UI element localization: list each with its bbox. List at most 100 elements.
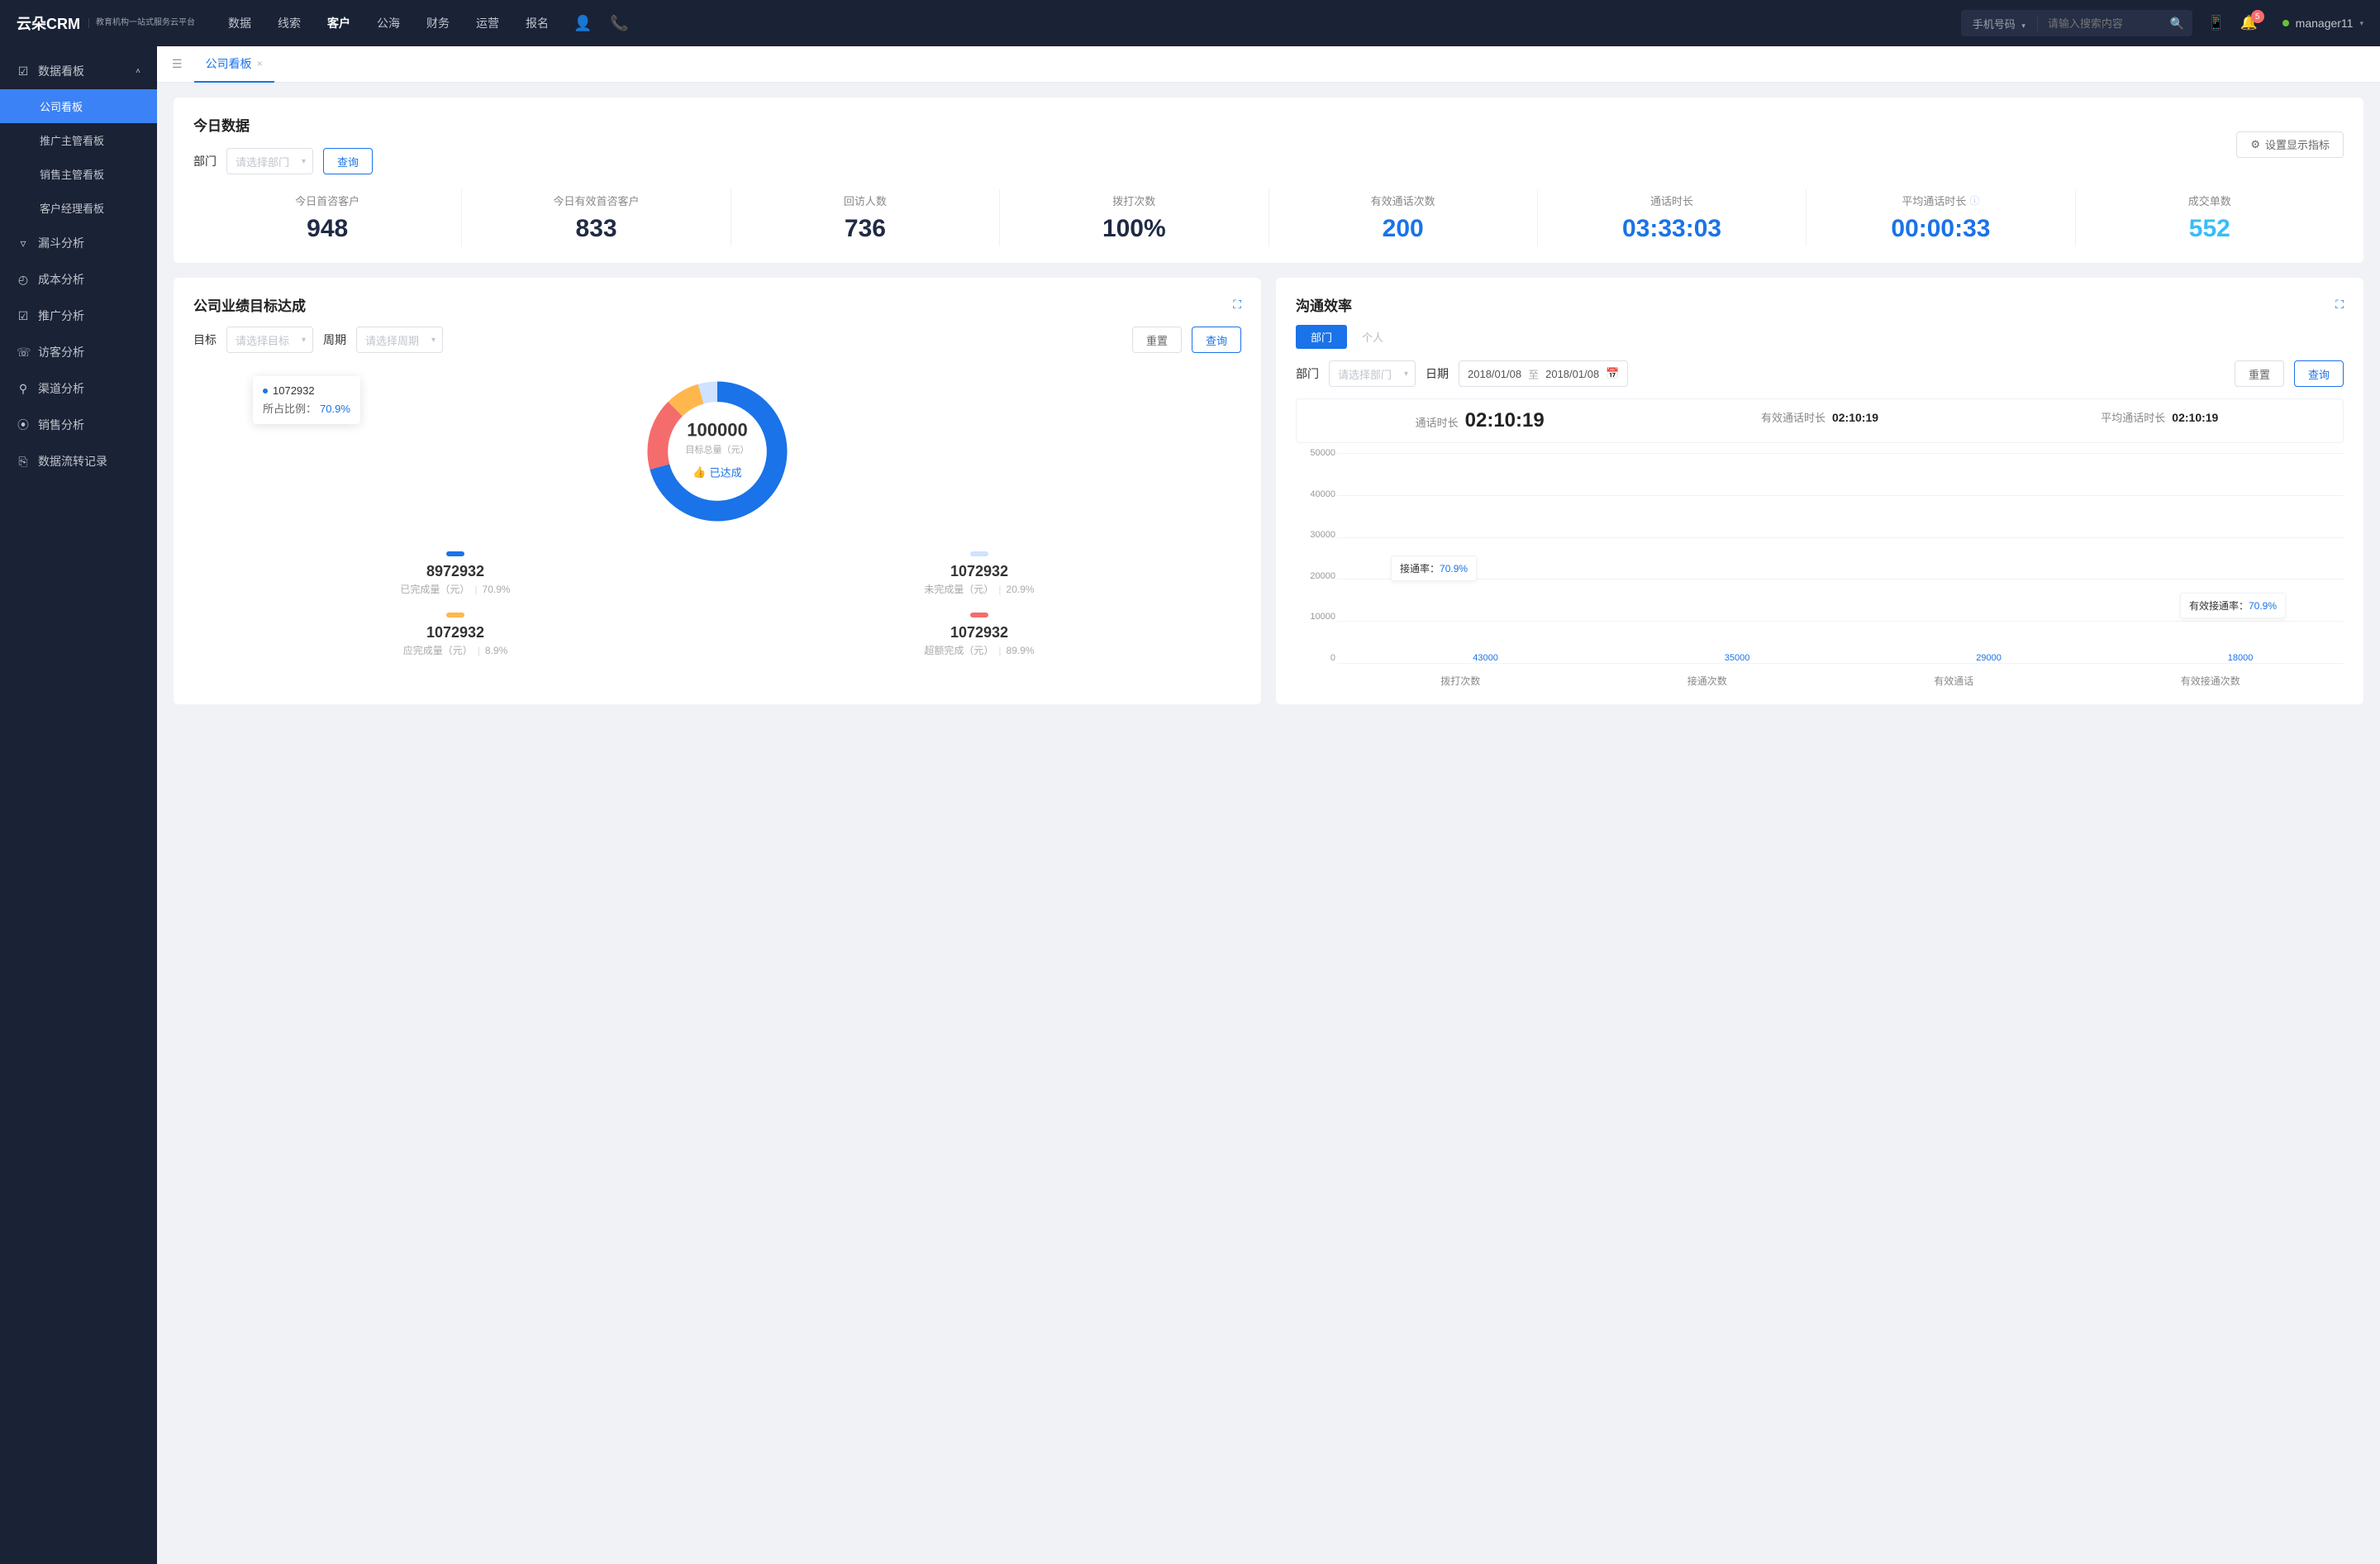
sidebar-item[interactable]: ⦿销售分析 xyxy=(0,407,157,443)
main-content: ☰ 公司看板 × 今日数据 部门 请选择部门 ▾ xyxy=(157,46,2380,1564)
settings-metrics-button[interactable]: ⚙ 设置显示指标 xyxy=(2236,131,2344,158)
sidebar-item[interactable]: ⎘数据流转记录 xyxy=(0,443,157,479)
goal-card: 公司业绩目标达成 ⛶ 目标 请选择目标 ▾ 周期 请选择周期 ▾ xyxy=(174,278,1261,704)
dashboard-icon: ☑ xyxy=(17,64,30,79)
comm-dept-select[interactable]: 请选择部门 ▾ xyxy=(1329,360,1416,387)
legend-item: 1072932未完成量（元）|20.9% xyxy=(717,543,1241,604)
reset-button[interactable]: 重置 xyxy=(1132,327,1182,353)
info-icon[interactable]: ⓘ xyxy=(1969,193,1979,207)
chevron-down-icon: ▾ xyxy=(302,336,306,345)
chart-tooltip: 1072932 所占比例：70.9% xyxy=(253,376,360,424)
gear-icon: ⚙ xyxy=(2250,138,2260,151)
query-button[interactable]: 查询 xyxy=(2294,360,2344,387)
sidebar-item-icon: ◴ xyxy=(17,273,30,287)
sidebar-item-icon: ⚲ xyxy=(17,382,30,396)
goal-title: 公司业绩目标达成 xyxy=(193,294,306,315)
search-input[interactable] xyxy=(2038,17,2162,30)
query-button[interactable]: 查询 xyxy=(1192,327,1241,353)
sidebar: ☑ 数据看板 ˄ 公司看板推广主管看板销售主管看板客户经理看板 ▿漏斗分析◴成本… xyxy=(0,46,157,1564)
stat-item: 今日有效首咨客户833 xyxy=(462,189,731,246)
sidebar-sub-item[interactable]: 销售主管看板 xyxy=(0,157,157,191)
sidebar-sub-item[interactable]: 推广主管看板 xyxy=(0,123,157,157)
stat-item: 通话时长03:33:03 xyxy=(1538,189,1806,246)
add-user-icon[interactable]: 👤 xyxy=(574,15,592,32)
sidebar-item[interactable]: ⚲渠道分析 xyxy=(0,370,157,407)
user-menu[interactable]: manager11 ▾ xyxy=(2282,17,2363,30)
top-nav: 数据 线索 客户 公海 财务 运营 报名 xyxy=(228,12,549,35)
phone-icon[interactable]: 📞 xyxy=(610,15,628,32)
logo-text: 云朵CRM xyxy=(17,12,80,34)
stat-item: 平均通话时长ⓘ00:00:33 xyxy=(1806,189,2075,246)
date-range-picker[interactable]: 2018/01/08 至 2018/01/08 📅 xyxy=(1459,360,1628,387)
sidebar-item[interactable]: ☏访客分析 xyxy=(0,334,157,370)
nav-item[interactable]: 报名 xyxy=(526,12,549,35)
bar-chart: 50000400003000020000100000 4300035000290… xyxy=(1296,448,2344,688)
expand-icon[interactable]: ⛶ xyxy=(1233,298,1241,312)
thumbs-up-icon: 👍 xyxy=(693,465,706,479)
chevron-down-icon: ▾ xyxy=(2359,19,2363,28)
comm-card: 沟通效率 ⛶ 部门 个人 部门 请选择部门 ▾ 日期 xyxy=(1276,278,2363,704)
header-right: 📱 🔔 5 manager11 ▾ xyxy=(2207,15,2363,31)
nav-item[interactable]: 运营 xyxy=(476,12,499,35)
search-icon[interactable]: 🔍 xyxy=(2162,17,2192,31)
chevron-down-icon: ▾ xyxy=(1404,370,1408,379)
dept-select[interactable]: 请选择部门 ▾ xyxy=(226,148,313,174)
chevron-up-icon: ˄ xyxy=(136,67,140,76)
legend-item: 1072932应完成量（元）|8.9% xyxy=(193,604,717,665)
annot-effective-rate: 有效接通率：70.9% xyxy=(2180,593,2286,618)
time-stat: 平均通话时长02:10:19 xyxy=(1990,409,2330,432)
online-status-dot xyxy=(2282,20,2289,26)
sidebar-item[interactable]: ▿漏斗分析 xyxy=(0,225,157,261)
time-stat: 通话时长02:10:19 xyxy=(1310,409,1649,432)
annot-connect-rate: 接通率：70.9% xyxy=(1391,556,1477,581)
tab-company-board[interactable]: 公司看板 × xyxy=(194,46,274,83)
sidebar-item-icon: ▿ xyxy=(17,236,30,250)
calendar-icon: 📅 xyxy=(1606,367,1619,380)
sidebar-group-dashboard[interactable]: ☑ 数据看板 ˄ xyxy=(0,53,157,89)
stat-item: 成交单数552 xyxy=(2076,189,2344,246)
chevron-down-icon: ▾ xyxy=(302,157,306,166)
stat-item: 拨打次数100% xyxy=(1000,189,1269,246)
tab-bar: ☰ 公司看板 × xyxy=(157,46,2380,83)
nav-item[interactable]: 公海 xyxy=(377,12,400,35)
search-bar: 手机号码 ▾ 🔍 xyxy=(1961,10,2193,36)
sidebar-item[interactable]: ☑推广分析 xyxy=(0,298,157,334)
nav-action-icons: 👤 📞 xyxy=(574,15,629,32)
nav-item[interactable]: 财务 xyxy=(426,12,450,35)
sidebar-item-icon: ☑ xyxy=(17,309,30,323)
close-icon[interactable]: × xyxy=(257,58,263,69)
target-select[interactable]: 请选择目标 ▾ xyxy=(226,327,313,353)
nav-item[interactable]: 线索 xyxy=(278,12,301,35)
legend-item: 1072932超额完成（元）|89.9% xyxy=(717,604,1241,665)
stat-item: 今日首咨客户948 xyxy=(193,189,462,246)
cycle-select[interactable]: 请选择周期 ▾ xyxy=(356,327,443,353)
comm-tabs: 部门 个人 xyxy=(1296,325,2344,349)
tab-personal[interactable]: 个人 xyxy=(1347,325,1398,349)
logo: 云朵CRM 教育机构一站式服务云平台 xyxy=(17,12,195,34)
logo-subtitle: 教育机构一站式服务云平台 xyxy=(88,18,195,28)
stat-item: 回访人数736 xyxy=(731,189,1000,246)
comm-title: 沟通效率 xyxy=(1296,294,1352,315)
sidebar-item-icon: ⎘ xyxy=(17,455,30,469)
collapse-sidebar-icon[interactable]: ☰ xyxy=(167,57,188,71)
expand-icon[interactable]: ⛶ xyxy=(2335,298,2344,312)
query-button[interactable]: 查询 xyxy=(323,148,373,174)
sidebar-item[interactable]: ◴成本分析 xyxy=(0,261,157,298)
reset-button[interactable]: 重置 xyxy=(2235,360,2284,387)
nav-item[interactable]: 客户 xyxy=(327,12,350,35)
legend-item: 8972932已完成量（元）|70.9% xyxy=(193,543,717,604)
notif-badge: 5 xyxy=(2251,10,2264,23)
chevron-down-icon: ▾ xyxy=(431,336,436,345)
mobile-icon[interactable]: 📱 xyxy=(2207,15,2225,31)
tab-dept[interactable]: 部门 xyxy=(1296,325,1347,349)
notifications-button[interactable]: 🔔 5 xyxy=(2240,15,2258,31)
sidebar-item-icon: ⦿ xyxy=(17,417,30,433)
nav-item[interactable]: 数据 xyxy=(228,12,251,35)
search-category-select[interactable]: 手机号码 ▾ xyxy=(1961,16,2038,31)
sidebar-sub-item[interactable]: 公司看板 xyxy=(0,89,157,123)
username: manager11 xyxy=(2296,17,2354,30)
today-data-card: 今日数据 部门 请选择部门 ▾ 查询 ⚙ 设置显示指标 xyxy=(174,98,2363,263)
sidebar-sub-item[interactable]: 客户经理看板 xyxy=(0,191,157,225)
chevron-down-icon: ▾ xyxy=(2021,21,2025,30)
stat-item: 有效通话次数200 xyxy=(1269,189,1538,246)
